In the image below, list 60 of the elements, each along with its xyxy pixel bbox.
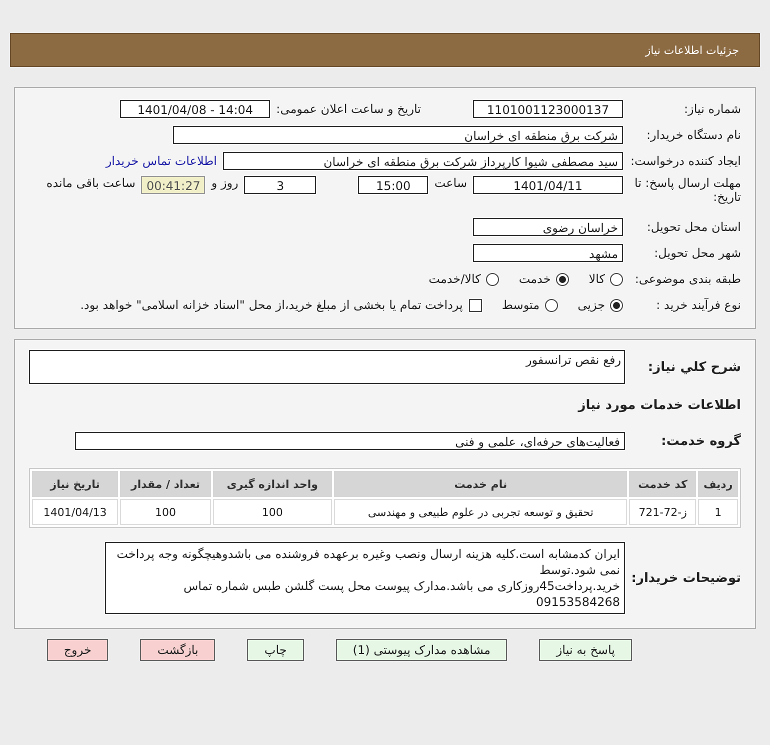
field-label: مهلت ارسال پاسخ: تا تاریخ: bbox=[633, 176, 741, 204]
province-field: خراسان رضوی bbox=[473, 218, 623, 236]
checkbox[interactable] bbox=[468, 298, 482, 312]
radio-button[interactable] bbox=[610, 298, 623, 312]
contact-link[interactable]: اطلاعات تماس خریدار bbox=[106, 154, 217, 168]
field-label: تاریخ و ساعت اعلان عمومی: bbox=[276, 102, 421, 116]
page-title: جزئیات اطلاعات نیاز bbox=[645, 44, 739, 56]
table-cell: تحقیق و توسعه تجربی در علوم طبیعی و مهندسی bbox=[334, 499, 628, 525]
action-button[interactable]: بازگشت bbox=[140, 639, 216, 661]
remaining-time-field: 00:41:27 bbox=[141, 176, 206, 194]
option-label: جزیی bbox=[578, 298, 605, 312]
table-cell: 100 bbox=[212, 499, 332, 525]
radio-button[interactable] bbox=[486, 272, 499, 286]
field-label: استان محل تحویل: bbox=[646, 220, 741, 234]
option-label: متوسط bbox=[502, 298, 540, 312]
city-field: مشهد bbox=[473, 244, 623, 262]
table-cell: ز-72-721 bbox=[629, 499, 696, 525]
field-label: توضیحات خریدار: bbox=[631, 570, 741, 586]
requester-field: سید مصطفی شیوا کارپرداز شرکت برق منطقه ای خراسان bbox=[223, 152, 623, 170]
option-label: کالا bbox=[588, 272, 605, 286]
column-header: کد خدمت bbox=[629, 471, 696, 497]
buyer-org-field: شرکت برق منطقه ای خراسان bbox=[173, 126, 623, 144]
column-header: ردیف bbox=[698, 471, 738, 497]
field-label: شماره نیاز: bbox=[683, 102, 741, 116]
table-cell: 100 bbox=[120, 499, 211, 525]
field-label: شرح کلي نياز: bbox=[646, 360, 741, 374]
radio-button[interactable] bbox=[610, 272, 623, 286]
field-label: طبقه بندی موضوعی: bbox=[634, 272, 741, 286]
column-header: تعداد / مقدار bbox=[120, 471, 211, 497]
field-label: شهر محل تحویل: bbox=[653, 246, 741, 260]
field-label: گروه خدمت: bbox=[660, 434, 741, 448]
column-header: واحد اندازه گیری bbox=[212, 471, 332, 497]
table-cell: 1 bbox=[698, 499, 738, 525]
need-number-field: 1101001123000137 bbox=[473, 100, 623, 118]
section-heading: اطلاعات خدمات مورد نیاز bbox=[578, 398, 741, 413]
checkbox-label: پرداخت تمام یا بخشی از مبلغ خرید،از محل "اسناد خزانه اسلامی" خواهد بود. bbox=[80, 298, 463, 312]
column-header: تاریخ نیاز bbox=[32, 471, 118, 497]
field-label: ایجاد کننده درخواست: bbox=[629, 154, 741, 168]
announce-date-field: 1401/04/08 - 14:04 bbox=[120, 100, 270, 118]
deadline-date-field: 1401/04/11 bbox=[473, 176, 623, 194]
action-button[interactable]: مشاهده مدارک پیوستی (1) bbox=[336, 639, 508, 661]
field-label: نام دستگاه خریدار: bbox=[646, 128, 741, 142]
table-cell: 1401/04/13 bbox=[32, 499, 118, 525]
option-label: کالا/خدمت bbox=[428, 272, 481, 286]
field-label: روز و bbox=[211, 176, 238, 190]
action-button[interactable]: خروج bbox=[46, 639, 108, 661]
option-label: خدمت bbox=[518, 272, 551, 286]
field-label: ساعت bbox=[434, 176, 467, 190]
action-button[interactable]: چاپ bbox=[247, 639, 304, 661]
action-button[interactable]: پاسخ به نیاز bbox=[539, 639, 632, 661]
summary-field: رفع نقص ترانسفور bbox=[29, 350, 625, 384]
field-label: ساعت باقی مانده bbox=[46, 176, 136, 190]
service-group-field: فعالیت‌های حرفه‌ای، علمی و فنی bbox=[75, 432, 625, 450]
radio-button[interactable] bbox=[544, 298, 558, 312]
buyer-notes-field: ایران کدمشابه است.کلیه هزینه ارسال ونصب وغیره برعهده فروشنده می باشدوهیچگونه وجه پرداخت نمی شود.توسط خرید.پرداخت45روزکاری می باشد.مدارک پیوست محل پست گلشن طبس شماره تماس 09153584268 bbox=[105, 542, 625, 614]
field-label: نوع فرآیند خرید : bbox=[655, 298, 741, 312]
radio-button[interactable] bbox=[556, 272, 569, 286]
days-field: 3 bbox=[244, 176, 316, 194]
deadline-time-field: 15:00 bbox=[358, 176, 428, 194]
column-header: نام خدمت bbox=[334, 471, 628, 497]
